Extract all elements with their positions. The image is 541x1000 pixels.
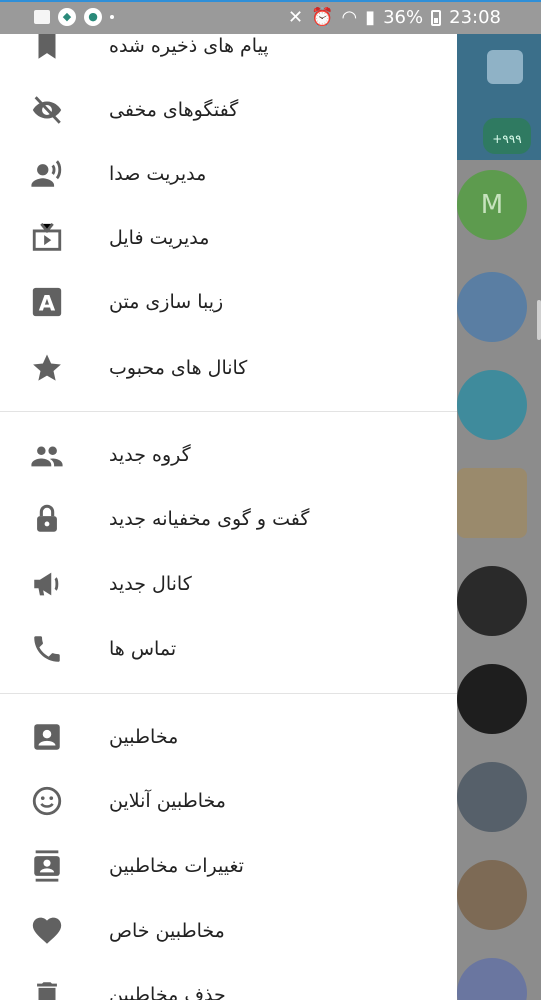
menu-item-new-channel[interactable]: کانال جدید [0, 552, 457, 616]
menu-item-delete-contacts[interactable]: حذف مخاطبین [0, 963, 457, 1000]
lock-icon [30, 502, 64, 536]
bookmark-icon [30, 29, 64, 63]
menu-item-hidden-chats[interactable]: گفتگوهای مخفی [0, 78, 457, 142]
phone-icon [30, 632, 64, 666]
menu-item-voice-manager[interactable]: مدیریت صدا [0, 142, 457, 206]
group-icon [30, 438, 64, 472]
menu-item-label: مدیریت فایل [109, 227, 210, 249]
status-bar: ◆ ● ✕ ⏰ ◠ ▮ 36% 23:08 [0, 0, 541, 34]
unread-badge: +۹۹۹ [483, 118, 531, 154]
menu-item-label: گروه جدید [109, 444, 191, 466]
heart-icon [30, 914, 64, 948]
menu-item-label: مدیریت صدا [109, 163, 207, 185]
app2-notification-icon: ● [84, 8, 102, 26]
battery-icon [431, 9, 442, 26]
chat-avatar[interactable] [457, 762, 527, 832]
menu-item-text-styling[interactable]: A زیبا سازی متن [0, 270, 457, 334]
menu-item-label: پیام های ذخیره شده [109, 35, 269, 57]
menu-divider [0, 693, 457, 694]
svg-text:A: A [39, 292, 56, 317]
contacts-book-icon [30, 849, 64, 883]
chat-avatar[interactable] [457, 566, 527, 636]
app-logo-icon [487, 50, 523, 84]
menu-item-label: تغییرات مخاطبین [109, 855, 244, 877]
chat-avatar[interactable] [457, 958, 527, 1000]
gallery-notification-icon [34, 10, 50, 24]
signal-icon: ▮ [365, 7, 376, 28]
menu-item-label: کانال جدید [109, 573, 192, 595]
trash-icon [30, 978, 64, 1000]
menu-item-label: زیبا سازی متن [109, 291, 224, 313]
menu-item-file-manager[interactable]: مدیریت فایل [0, 206, 457, 270]
alarm-icon: ⏰ [311, 7, 334, 28]
menu-item-calls[interactable]: تماس ها [0, 617, 457, 681]
contact-icon [30, 720, 64, 754]
chat-list-background: +۹۹۹ M [457, 0, 541, 1000]
navigation-drawer: پیام های ذخیره شده گفتگوهای مخفی مدیریت … [0, 0, 457, 1000]
more-notifications-icon [110, 15, 114, 19]
menu-item-contact-changes[interactable]: تغییرات مخاطبین [0, 834, 457, 898]
chat-avatar[interactable] [457, 860, 527, 930]
eye-off-icon [30, 93, 64, 127]
app-notification-icon: ◆ [58, 8, 76, 26]
font-icon: A [30, 285, 64, 319]
star-icon [30, 351, 64, 385]
menu-item-label: مخاطبین [109, 726, 179, 748]
menu-item-contacts[interactable]: مخاطبین [0, 705, 457, 769]
menu-item-label: کانال های محبوب [109, 357, 248, 379]
smile-icon [30, 784, 64, 818]
menu-item-special-contacts[interactable]: مخاطبین خاص [0, 899, 457, 963]
chat-avatar[interactable] [457, 370, 527, 440]
menu-item-new-secret-chat[interactable]: گفت و گوی مخفیانه جدید [0, 487, 457, 551]
tv-icon [30, 221, 64, 255]
menu-divider [0, 411, 457, 412]
battery-percent: 36% [383, 7, 424, 28]
chat-avatar[interactable] [457, 664, 527, 734]
menu-item-favorite-channels[interactable]: کانال های محبوب [0, 336, 457, 400]
voice-icon [30, 157, 64, 191]
wifi-icon: ◠ [341, 7, 358, 28]
menu-item-label: گفت و گوی مخفیانه جدید [109, 508, 310, 530]
menu-item-label: گفتگوهای مخفی [109, 99, 239, 121]
chat-avatar[interactable] [457, 272, 527, 342]
scrollbar[interactable] [537, 300, 541, 340]
menu-item-label: تماس ها [109, 638, 177, 660]
menu-item-online-contacts[interactable]: مخاطبین آنلاین [0, 769, 457, 833]
menu-item-label: مخاطبین خاص [109, 920, 225, 942]
chat-avatar[interactable] [457, 468, 527, 538]
menu-item-label: حذف مخاطبین [109, 984, 226, 1000]
megaphone-icon [30, 567, 64, 601]
menu-item-new-group[interactable]: گروه جدید [0, 423, 457, 487]
chat-avatar-m[interactable]: M [457, 170, 527, 240]
mute-icon: ✕ [287, 7, 304, 28]
menu-item-label: مخاطبین آنلاین [109, 790, 226, 812]
clock: 23:08 [449, 7, 501, 28]
